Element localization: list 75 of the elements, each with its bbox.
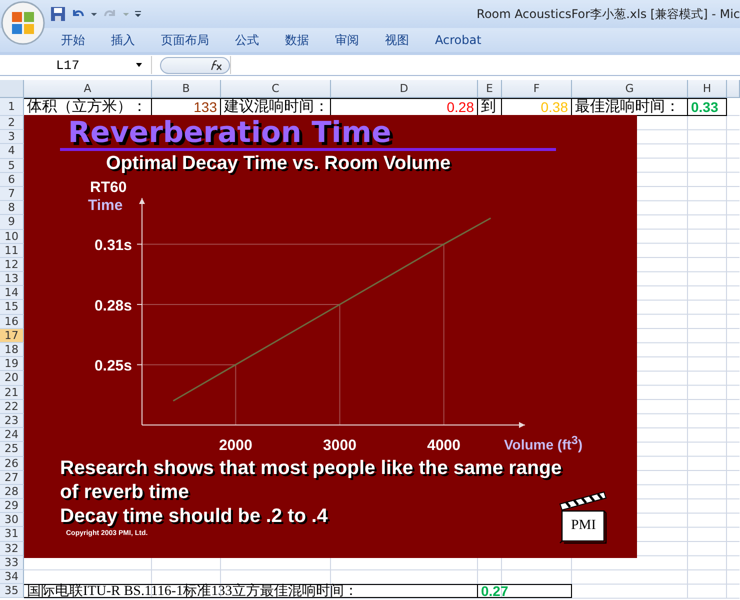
x-tick-label: 2000 xyxy=(218,437,252,454)
name-box[interactable]: L17 xyxy=(0,56,152,74)
x-tick-label: 4000 xyxy=(427,437,460,454)
row-header[interactable]: 33 xyxy=(0,556,24,570)
row-header[interactable]: 20 xyxy=(0,371,24,386)
column-header[interactable]: G xyxy=(572,80,688,98)
row-header[interactable]: 25 xyxy=(0,442,24,456)
fx-icon[interactable] xyxy=(209,60,223,70)
row-header[interactable]: 18 xyxy=(0,343,24,358)
table-cell: 0.33 xyxy=(688,98,727,116)
row-header[interactable]: 5 xyxy=(0,158,24,173)
row-header[interactable]: 26 xyxy=(0,456,24,471)
column-header[interactable]: F xyxy=(502,80,572,98)
row-header[interactable]: 24 xyxy=(0,428,24,442)
ribbon-tab[interactable]: Acrobat xyxy=(422,33,494,47)
column-header[interactable]: H xyxy=(688,80,727,98)
row-header[interactable]: 12 xyxy=(0,258,24,272)
row-header[interactable]: 23 xyxy=(0,414,24,428)
row-header[interactable]: 15 xyxy=(0,300,24,315)
column-header[interactable]: D xyxy=(331,80,478,98)
row-header[interactable]: 1 xyxy=(0,98,24,116)
clapperboard-icon xyxy=(558,490,608,544)
row-header[interactable]: 29 xyxy=(0,499,24,514)
slide-text: Research shows that most people like the same range of reverb time xyxy=(60,456,563,504)
ribbon-tab[interactable]: 公式 xyxy=(222,32,272,48)
y-tick-label: 0.31s xyxy=(94,237,132,254)
row-header[interactable]: 28 xyxy=(0,484,24,500)
row-header[interactable]: 17 xyxy=(0,328,24,343)
ribbon-tab[interactable]: 审阅 xyxy=(322,32,372,48)
row-header[interactable]: 22 xyxy=(0,400,24,414)
ribbon-tab[interactable]: 页面布局 xyxy=(148,32,222,48)
save-icon[interactable] xyxy=(50,6,66,22)
row-header[interactable]: 6 xyxy=(0,172,24,187)
series-name: RT60 xyxy=(90,179,127,196)
ribbon-tab[interactable]: 视图 xyxy=(372,32,422,48)
window-title: Room AcousticsFor李小葱.xls [兼容模式] - Mic xyxy=(476,6,740,22)
row-header[interactable]: 2 xyxy=(0,116,24,130)
row-header[interactable]: 35 xyxy=(0,584,24,598)
column-header[interactable]: A xyxy=(24,80,152,98)
slide-subtitle: Optimal Decay Time vs. Room Volume xyxy=(106,153,451,175)
row-header[interactable]: 7 xyxy=(0,186,24,202)
ribbon-tab[interactable]: 数据 xyxy=(272,32,322,48)
x-tick-label: 3000 xyxy=(323,437,356,454)
table-cell: 0.27 xyxy=(478,584,572,598)
x-axis-label: Volume (ft$^{3}$) xyxy=(504,434,583,453)
row-header[interactable]: 14 xyxy=(0,286,24,300)
column-header[interactable]: C xyxy=(221,80,331,98)
row-header[interactable]: 8 xyxy=(0,201,24,216)
row-header[interactable]: 3 xyxy=(0,130,24,144)
slide-text: Decay time should be .2 to .4 xyxy=(60,504,328,528)
row-header[interactable]: 34 xyxy=(0,570,24,584)
row-header[interactable]: 16 xyxy=(0,314,24,329)
row-header[interactable]: 10 xyxy=(0,230,24,244)
y-tick-label: 0.25s xyxy=(94,358,132,375)
row-header[interactable]: 11 xyxy=(0,244,24,258)
ribbon-tab[interactable]: 开始 xyxy=(48,32,98,48)
customize-icon[interactable] xyxy=(134,9,142,19)
column-header[interactable]: E xyxy=(478,80,502,98)
slide-title: Reverberation Time xyxy=(68,115,392,149)
row-header[interactable]: 27 xyxy=(0,470,24,485)
logo-text: PMI xyxy=(571,518,596,534)
row-header[interactable]: 13 xyxy=(0,272,24,286)
row-header[interactable]: 4 xyxy=(0,144,24,159)
row-header[interactable]: 9 xyxy=(0,215,24,230)
y-tick-label: 0.28s xyxy=(94,297,132,314)
row-header[interactable]: 31 xyxy=(0,527,24,542)
row-header[interactable]: 32 xyxy=(0,542,24,556)
y-axis-label: Time xyxy=(88,197,123,214)
row-header[interactable]: 30 xyxy=(0,513,24,528)
caret-icon[interactable] xyxy=(135,61,143,69)
insert-function-button[interactable] xyxy=(160,56,230,74)
row-header[interactable]: 21 xyxy=(0,386,24,400)
ribbon-tab[interactable]: 插入 xyxy=(98,32,148,48)
column-header[interactable]: B xyxy=(152,80,221,98)
row-header[interactable]: 19 xyxy=(0,357,24,372)
